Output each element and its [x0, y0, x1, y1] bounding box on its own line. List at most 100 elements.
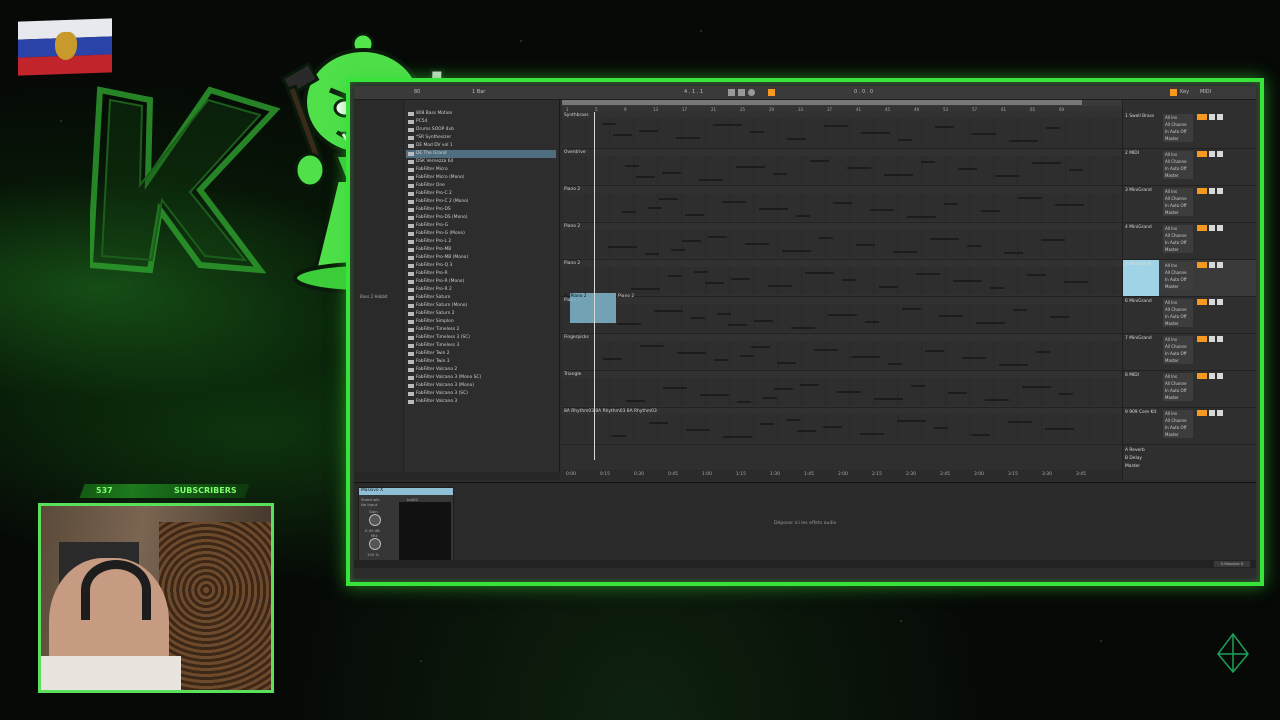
browser-item[interactable]: FabFilter Twin 2 — [406, 350, 556, 358]
clip-lane[interactable] — [562, 156, 1122, 184]
routing-select[interactable]: All Ins — [1163, 151, 1193, 158]
track-activator-button[interactable] — [1197, 225, 1207, 231]
arrangement-track[interactable]: Triangle — [562, 371, 1122, 408]
mixer-track-name[interactable]: 6 MiniGrand — [1125, 299, 1152, 304]
routing-select[interactable]: In Auto Off — [1163, 350, 1193, 357]
mixer-track-row[interactable]: 5 Massive X All Ins All Channe In Auto Off M… — [1123, 260, 1256, 297]
arrangement-track[interactable]: Overdrive — [562, 149, 1122, 186]
clip-lane[interactable] — [562, 119, 1122, 147]
routing-select[interactable]: Master — [1163, 172, 1193, 179]
mixer-track-row[interactable]: 9 909 Core Kit All Ins All Channe In Auto O… — [1123, 408, 1256, 445]
browser-item[interactable]: FabFilter One — [406, 182, 556, 190]
routing-select[interactable]: All Channe — [1163, 158, 1193, 165]
arrangement-track[interactable]: Piano 2 — [562, 186, 1122, 223]
arm-button[interactable] — [1217, 410, 1223, 416]
mixer-track-name[interactable]: 1 Swell Brass — [1125, 114, 1154, 119]
arm-button[interactable] — [1217, 373, 1223, 379]
record-button[interactable] — [748, 89, 755, 96]
browser-item[interactable]: FabFilter Pro-DS — [406, 206, 556, 214]
mixer-track-name[interactable]: 7 MiniGrand — [1125, 336, 1152, 341]
browser-item[interactable]: DE The Grand — [406, 150, 556, 158]
arrangement-track[interactable]: Synthbrass — [562, 112, 1122, 149]
key-map-button[interactable] — [1170, 89, 1177, 96]
routing-select[interactable]: Master — [1163, 283, 1193, 290]
browser-item[interactable]: FabFilter Pro-G (Mono) — [406, 230, 556, 238]
browser-item[interactable]: FabFilter Pro-L 2 — [406, 238, 556, 246]
browser-item[interactable]: FabFilter Timeless 3 (SC) — [406, 334, 556, 342]
arrangement-track[interactable]: Fingerpicks — [562, 334, 1122, 371]
browser-item[interactable]: FabFilter Micro — [406, 166, 556, 174]
routing-select[interactable]: All Ins — [1163, 262, 1193, 269]
play-button[interactable] — [728, 89, 735, 96]
browser-item[interactable]: FabFilter Volcano 3 (Mono) — [406, 382, 556, 390]
clip-lane[interactable] — [562, 341, 1122, 369]
metronome-indicator[interactable]: 80 — [414, 89, 420, 95]
clip-lane[interactable] — [562, 193, 1122, 221]
arm-button[interactable] — [1217, 188, 1223, 194]
time-ruler[interactable]: 0:00 0:15 0:30 0:45 1:00 1:15 1:30 1:45 2:00 2:15… — [562, 470, 1122, 480]
sidechain-input-select[interactable]: No Input — [361, 502, 377, 507]
loop-end-position[interactable]: 0 . 0 . 0 — [854, 89, 873, 95]
return-track-name[interactable]: A Reverb — [1125, 448, 1145, 453]
mixer-track-row[interactable]: 8 MIDI All Ins All Channe In Auto Off Master — [1123, 371, 1256, 408]
routing-select[interactable]: In Auto Off — [1163, 128, 1193, 135]
routing-select[interactable]: All Channe — [1163, 121, 1193, 128]
browser-category-label[interactable]: Bass 2 Hobbit — [360, 294, 388, 299]
browser-item[interactable]: FabFilter Pro-DS (Mono) — [406, 214, 556, 222]
quantize-menu[interactable]: 1 Bar — [472, 89, 485, 95]
mixer-track-name[interactable]: 3 MiniGrand — [1125, 188, 1152, 193]
track-activator-button[interactable] — [1197, 299, 1207, 305]
routing-select[interactable]: All Ins — [1163, 336, 1193, 343]
browser-item[interactable]: FabFilter Saturn — [406, 294, 556, 302]
browser-item[interactable]: FabFilter Timeless 3 — [406, 342, 556, 350]
browser-item[interactable]: FabFilter Volcano 3 — [406, 398, 556, 406]
mixer-track-row[interactable]: 1 Swell Brass All Ins All Channe In Auto Of… — [1123, 112, 1256, 149]
key-map-label[interactable]: Key — [1180, 89, 1189, 95]
routing-select[interactable]: Master — [1163, 357, 1193, 364]
routing-select[interactable]: Master — [1163, 394, 1193, 401]
mixer-track-row[interactable]: 7 MiniGrand All Ins All Channe In Auto Off M… — [1123, 334, 1256, 371]
return-track-name[interactable]: Master — [1125, 464, 1140, 469]
routing-select[interactable]: Master — [1163, 135, 1193, 142]
mixer-track-row[interactable]: 4 MiniGrand All Ins All Channe In Auto Off M… — [1123, 223, 1256, 260]
routing-select[interactable]: In Auto Off — [1163, 202, 1193, 209]
track-activator-button[interactable] — [1197, 114, 1207, 120]
automation-arm-button[interactable] — [768, 89, 775, 96]
solo-button[interactable] — [1209, 225, 1215, 231]
arrangement-track[interactable]: Piano 2 — [562, 260, 1122, 297]
routing-select[interactable]: All Channe — [1163, 269, 1193, 276]
routing-select[interactable]: Master — [1163, 320, 1193, 327]
browser-item[interactable]: FabFilter Volcano 3 (SC) — [406, 390, 556, 398]
solo-button[interactable] — [1209, 299, 1215, 305]
clip-lane[interactable] — [562, 230, 1122, 258]
solo-button[interactable] — [1209, 262, 1215, 268]
browser-item[interactable]: *SR Synthesizer — [406, 134, 556, 142]
stop-button[interactable] — [738, 89, 745, 96]
solo-button[interactable] — [1209, 114, 1215, 120]
arm-button[interactable] — [1217, 225, 1223, 231]
browser-item[interactable]: PC54 — [406, 118, 556, 126]
routing-select[interactable]: All Ins — [1163, 225, 1193, 232]
playhead[interactable] — [594, 112, 595, 460]
browser-item[interactable]: FabFilter Pro-G — [406, 222, 556, 230]
arrangement-overview[interactable] — [562, 100, 1082, 105]
arrangement-track[interactable]: Piano 2 — [562, 297, 1122, 334]
clip-lane[interactable] — [562, 415, 1122, 443]
arm-button[interactable] — [1217, 299, 1223, 305]
track-activator-button[interactable] — [1197, 410, 1207, 416]
track-activator-button[interactable] — [1197, 151, 1207, 157]
return-track-name[interactable]: B Delay — [1125, 456, 1142, 461]
arm-button[interactable] — [1217, 151, 1223, 157]
browser-item[interactable]: FabFilter Saturn 2 — [406, 310, 556, 318]
mixer-track-name[interactable]: 4 MiniGrand — [1125, 225, 1152, 230]
arrangement-position[interactable]: 4 . 1 . 1 — [684, 89, 703, 95]
browser-item[interactable]: FabFilter Pro-MB — [406, 246, 556, 254]
midi-map-label[interactable]: MIDI — [1200, 89, 1211, 95]
browser-item[interactable]: FabFilter Pro-Q 3 — [406, 262, 556, 270]
routing-select[interactable]: In Auto Off — [1163, 387, 1193, 394]
routing-select[interactable]: All Ins — [1163, 114, 1193, 121]
routing-select[interactable]: All Ins — [1163, 188, 1193, 195]
browser-item[interactable]: DSK Vernezza 64 — [406, 158, 556, 166]
solo-button[interactable] — [1209, 373, 1215, 379]
arrangement-track[interactable]: Piano 2 — [562, 223, 1122, 260]
